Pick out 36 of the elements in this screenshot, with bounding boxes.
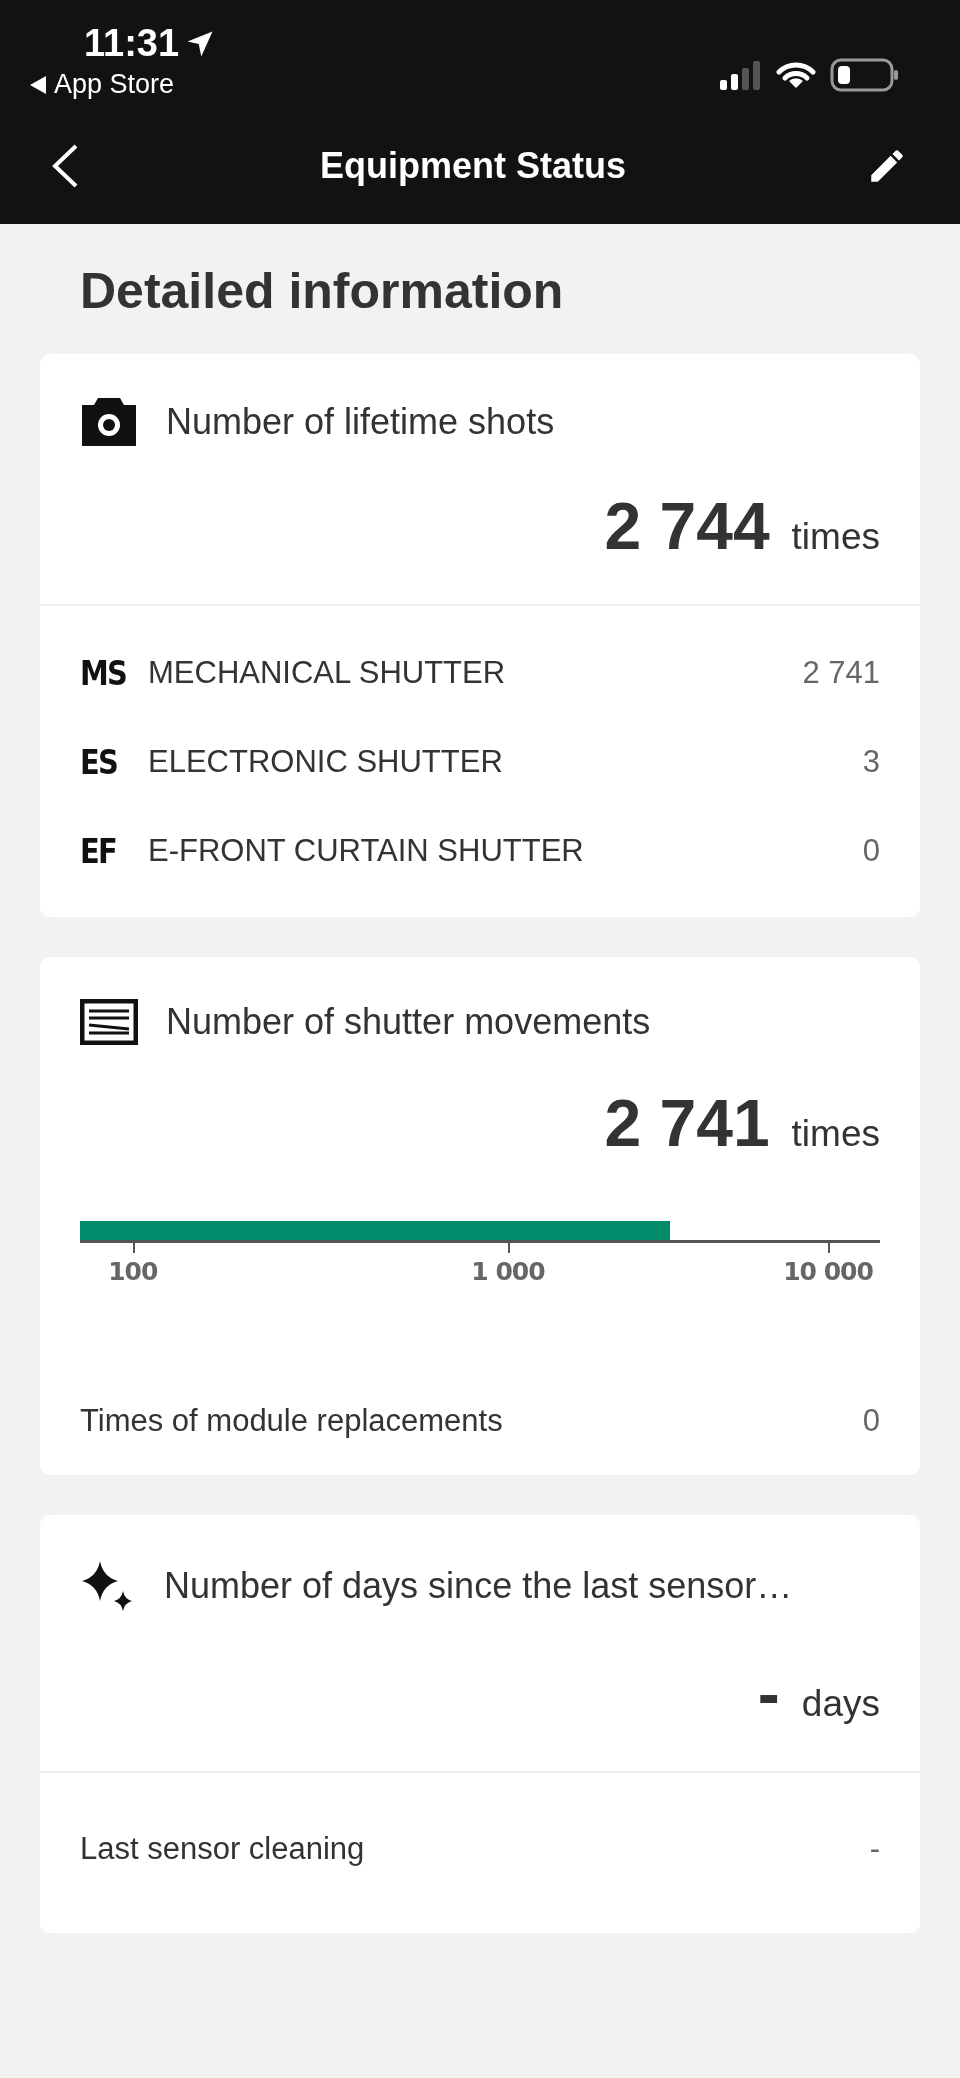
- card-title: Number of shutter movements: [166, 1001, 651, 1043]
- shutter-label: E-FRONT CURTAIN SHUTTER: [148, 832, 585, 869]
- card-title: Number of lifetime shots: [166, 401, 555, 443]
- clock-time: 11:31: [84, 22, 180, 65]
- scale-label: 100: [108, 1257, 158, 1286]
- scale-label: 10 000: [783, 1257, 873, 1286]
- signal-icon: [720, 60, 762, 90]
- camera-icon: [80, 396, 138, 448]
- shutter-label: MECHANICAL SHUTTER: [148, 654, 507, 691]
- card-title: Number of days since the last sensor…: [164, 1565, 793, 1607]
- shutter-count: 2 741: [802, 654, 880, 691]
- screen-title: Equipment Status: [320, 145, 626, 187]
- section-heading: Detailed information: [79, 262, 565, 321]
- row-label: Times of module replacements: [80, 1403, 503, 1439]
- movement-count: 2 741: [604, 1085, 770, 1161]
- scale-label: 1 000: [471, 1257, 545, 1286]
- unit-label: days: [801, 1683, 880, 1725]
- shutter-count: 0: [862, 832, 880, 869]
- back-triangle-icon: [30, 75, 46, 94]
- day-count: -: [757, 1655, 780, 1731]
- back-to-app-link[interactable]: App Store: [30, 65, 216, 100]
- wifi-icon: [776, 60, 816, 90]
- row-value: -: [869, 1831, 880, 1867]
- shutter-label: ELECTRONIC SHUTTER: [148, 743, 504, 780]
- shutter-count: 3: [862, 743, 880, 780]
- shutter-code: ES: [80, 741, 119, 782]
- unit-label: times: [791, 1113, 880, 1155]
- shot-count: 2 744: [604, 488, 770, 564]
- shutter-code: MS: [80, 652, 128, 693]
- battery-icon: [830, 58, 900, 92]
- row-value: 0: [862, 1403, 880, 1439]
- shutter-icon: [80, 999, 138, 1045]
- back-button[interactable]: [50, 143, 80, 189]
- row-label: Last sensor cleaning: [80, 1831, 365, 1867]
- unit-label: times: [791, 516, 880, 558]
- shutter-code: EF: [80, 830, 118, 871]
